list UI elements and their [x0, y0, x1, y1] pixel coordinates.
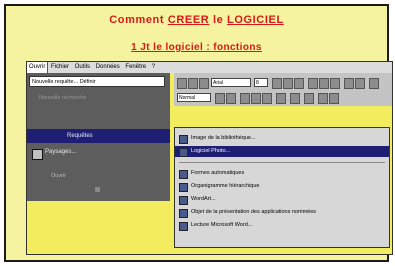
toolbar-row-2: Normal [174, 91, 392, 105]
page-subtitle[interactable]: 1 Jt le logiciel : fonctions [6, 42, 387, 53]
italic2-icon[interactable] [251, 93, 261, 104]
menu-file[interactable]: Fichier [49, 62, 71, 73]
open-icon[interactable] [188, 78, 198, 89]
landscape-icon [32, 149, 43, 160]
menu-data[interactable]: Données [94, 62, 122, 73]
page-title: Comment CREER le LOGICIEL [6, 14, 387, 26]
underline2-icon[interactable] [262, 93, 272, 104]
landscape-item[interactable]: Paysages... [45, 149, 76, 155]
indent-icon[interactable] [318, 93, 328, 104]
insert-menu: Image de la bibliothèque... Logiciel Pho… [174, 127, 390, 248]
menu-item-autoshapes[interactable]: Formes automatiques [175, 168, 389, 179]
faded-label: Nouvelle recherche [39, 95, 87, 101]
menu-item-orgchart[interactable]: Organigramme hiérarchique [175, 181, 389, 192]
size-up-icon[interactable] [226, 93, 236, 104]
menu-help[interactable]: ? [150, 62, 157, 73]
menu-window[interactable]: Fenêtre [123, 62, 148, 73]
style-field[interactable]: Normal [177, 93, 211, 102]
embedded-screenshot: Ouvrir Fichier Outils Données Fenêtre ? … [26, 61, 393, 255]
align-left-icon[interactable] [308, 78, 318, 89]
title-mid: le [212, 14, 224, 26]
scroll-indicator-icon [95, 187, 100, 192]
toolbar: Arial 8 Normal [174, 73, 392, 106]
title-link-create[interactable]: CREER [168, 14, 210, 26]
save-icon[interactable] [199, 78, 209, 89]
left-panel: Nouvelle requête... Définir Nouvelle rec… [27, 73, 170, 201]
slide-frame: Comment CREER le LOGICIEL 1 Jt le logici… [4, 4, 393, 262]
object-icon [179, 209, 188, 218]
selected-item[interactable]: Requêtes [27, 129, 170, 143]
toolbar-row-1: Arial 8 [174, 76, 392, 90]
size-down-icon[interactable] [215, 93, 225, 104]
menu-separator [179, 162, 385, 163]
grid-icon[interactable] [304, 93, 314, 104]
zoom-icon[interactable] [369, 78, 379, 89]
border-icon[interactable] [355, 78, 365, 89]
wordart-icon [179, 196, 188, 205]
menu-item-photo[interactable]: Logiciel Photo... [175, 146, 389, 157]
italic-icon[interactable] [283, 78, 293, 89]
align-right-icon[interactable] [330, 78, 340, 89]
outdent-icon[interactable] [329, 93, 339, 104]
word-icon [179, 222, 188, 231]
font-color-icon[interactable] [290, 93, 300, 104]
size-field[interactable]: 8 [254, 78, 268, 87]
menu-item-word[interactable]: Lecture Microsoft Word... [175, 220, 389, 231]
menu-item-wordart[interactable]: WordArt... [175, 194, 389, 205]
query-dropdown[interactable]: Nouvelle requête... Définir [29, 76, 165, 87]
title-link-software[interactable]: LOGICIEL [227, 14, 284, 26]
underline-icon[interactable] [294, 78, 304, 89]
photo-icon [179, 148, 188, 157]
color-icon[interactable] [344, 78, 354, 89]
menu-item-clipart[interactable]: Image de la bibliothèque... [175, 133, 389, 144]
align-center-icon[interactable] [319, 78, 329, 89]
bold2-icon[interactable] [240, 93, 250, 104]
title-prefix: Comment [109, 14, 165, 26]
menu-item-object[interactable]: Objet de la présentation des application… [175, 207, 389, 218]
autoshapes-icon [179, 170, 188, 179]
clipart-icon [179, 135, 188, 144]
bold-icon[interactable] [272, 78, 282, 89]
dim-item: Ouvrir [51, 173, 66, 179]
orgchart-icon [179, 183, 188, 192]
menu-open[interactable]: Ouvrir [27, 62, 49, 74]
highlight-icon[interactable] [276, 93, 286, 104]
menu-bar: Ouvrir Fichier Outils Données Fenêtre ? [27, 62, 392, 74]
new-icon[interactable] [177, 78, 187, 89]
menu-tools[interactable]: Outils [73, 62, 92, 73]
font-field[interactable]: Arial [211, 78, 251, 87]
